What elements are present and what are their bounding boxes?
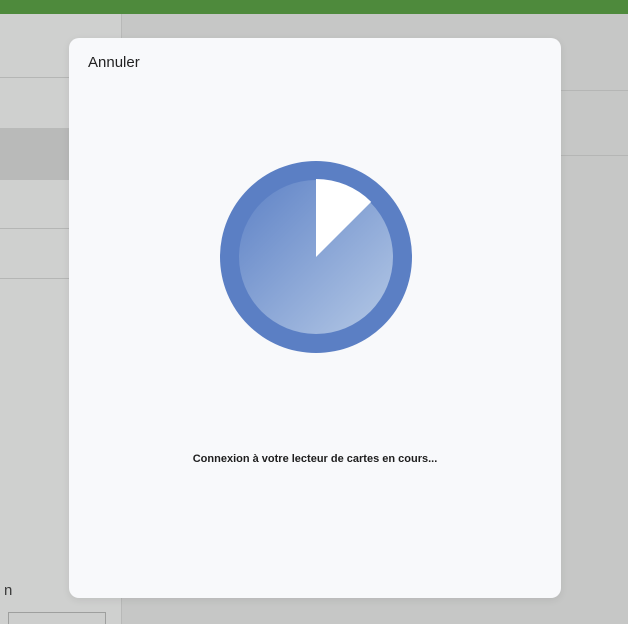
background-input-box (8, 612, 106, 624)
background-partial-label: n (4, 582, 13, 599)
connection-status-text: Connexion à votre lecteur de cartes en c… (192, 453, 438, 465)
background-divider (561, 90, 628, 91)
top-status-bar (0, 0, 628, 14)
progress-spinner-icon (220, 161, 412, 353)
background-divider (561, 155, 628, 156)
cancel-button[interactable]: Annuler (88, 54, 140, 71)
card-reader-modal: Annuler Connexion à votre lecteur de car… (69, 38, 561, 598)
